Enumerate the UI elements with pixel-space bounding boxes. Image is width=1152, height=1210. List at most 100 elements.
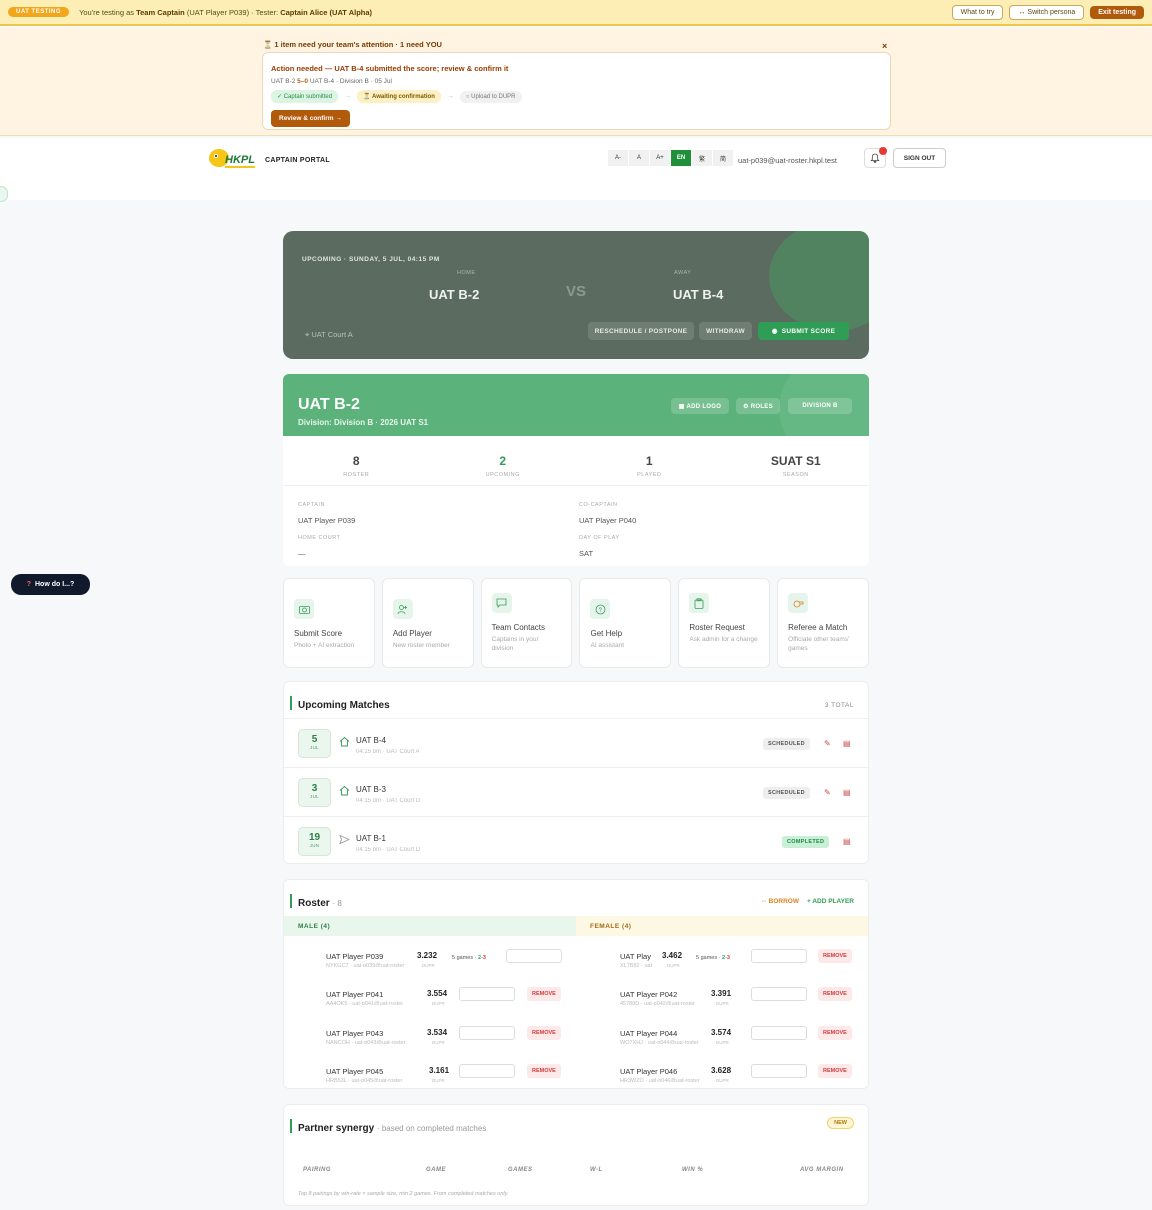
player-row: UAT Player P045 HRB53L · uat-p045@uat-ro…: [284, 1061, 576, 1099]
player-note-input[interactable]: [459, 1026, 515, 1040]
remove-player-button[interactable]: REMOVE: [818, 1026, 852, 1040]
player-note-input[interactable]: [506, 949, 562, 963]
attention-panel: ⏳ 1 item need your team's attention · 1 …: [0, 28, 1152, 136]
arrow-icon: →: [446, 93, 454, 100]
player-note-input[interactable]: [459, 987, 515, 1001]
uat-testing-pill: UAT TESTING: [8, 7, 70, 17]
borrow-button[interactable]: ⇔ BORROW: [760, 898, 799, 905]
action-needed-title: Action needed — UAT B-4 submitted the sc…: [271, 64, 509, 73]
player-note-input[interactable]: [751, 987, 807, 1001]
column-win-pct: WIN %: [682, 1167, 704, 1173]
status-badge: COMPLETED: [782, 836, 830, 848]
remove-player-button[interactable]: REMOVE: [818, 987, 852, 1001]
match-date: 3 JUL: [298, 778, 331, 807]
tile-team-contacts[interactable]: Team Contacts Captains in your division: [480, 578, 573, 668]
arrow-icon: →: [344, 93, 352, 100]
question-icon: ?: [26, 581, 31, 588]
lang-zh-hant-button[interactable]: 繁: [692, 150, 712, 166]
svg-text:?: ?: [599, 608, 603, 614]
font-normal-button[interactable]: A: [629, 150, 649, 166]
cocaptain-info: CO-CAPTAIN UAT Player P040: [579, 502, 637, 525]
stat-season: SUAT S1 SEASON: [770, 454, 821, 478]
remove-player-button[interactable]: REMOVE: [818, 949, 852, 963]
edit-icon[interactable]: ✎: [824, 788, 831, 797]
hero-court: ⌖ UAT Court A: [305, 330, 353, 339]
what-to-try-button[interactable]: What to try: [951, 4, 1004, 20]
font-smaller-button[interactable]: A-: [608, 150, 628, 166]
player-note-input[interactable]: [751, 1064, 807, 1078]
partner-synergy-panel: Partner synergy · based on completed mat…: [283, 1104, 869, 1206]
away-label: AWAY: [674, 270, 692, 276]
submit-score-button[interactable]: ◉ SUBMIT SCORE: [758, 322, 849, 340]
lang-zh-hans-button[interactable]: 简: [713, 150, 733, 166]
roster-title: Roster · 8: [290, 894, 342, 909]
delete-icon[interactable]: ▤: [843, 788, 851, 797]
roles-button[interactable]: ⚙ ROLES: [736, 398, 780, 414]
add-logo-button[interactable]: ▦ ADD LOGO: [671, 398, 729, 414]
hkpl-logo[interactable]: HKPL: [207, 146, 259, 172]
tile-add-player[interactable]: Add Player New roster member: [381, 578, 474, 668]
progress-steps: ✓ Captain submitted → ⏳ Awaiting confirm…: [271, 90, 522, 103]
team-division: Division: Division B · 2026 UAT S1: [298, 418, 429, 427]
team-banner: UAT B-2 Division: Division B · 2026 UAT …: [283, 374, 869, 436]
player-note-input[interactable]: [751, 1026, 807, 1040]
withdraw-button[interactable]: WITHDRAW: [699, 322, 752, 340]
player-note-input[interactable]: [751, 949, 807, 963]
tile-roster-request[interactable]: Roster Request Ask admin for a change: [678, 578, 771, 668]
chat-icon: [491, 593, 512, 613]
division-badge: DIVISION B: [788, 398, 852, 414]
remove-player-button[interactable]: REMOVE: [818, 1064, 852, 1078]
stat-played: 1 PLAYED: [637, 454, 662, 478]
status-badge: SCHEDULED: [763, 787, 810, 799]
switch-persona-button[interactable]: ↔ Switch persona: [1009, 4, 1085, 20]
font-larger-button[interactable]: A+: [650, 150, 670, 166]
match-details: 04:15 pm · UAT Court D: [356, 847, 421, 851]
review-confirm-button[interactable]: Review & confirm →: [271, 110, 350, 127]
notifications-button[interactable]: [864, 147, 887, 168]
player-row: UAT Player P039 NYKGC7 · uat-p039@uat-ro…: [284, 946, 576, 984]
home-label: HOME: [457, 270, 476, 276]
tile-referee-match[interactable]: Referee a Match Officiate other teams' g…: [777, 578, 869, 668]
column-avg-margin: AVG MARGIN: [800, 1167, 844, 1173]
match-date: 5 JUL: [298, 729, 331, 758]
player-row: UAT Player P044 WQ7XHJ · uat-p044@uat-ro…: [576, 1023, 868, 1061]
match-row[interactable]: 3 JUL UAT B-3 04:15 pm · UAT Court D SCHE…: [284, 767, 868, 816]
remove-player-button[interactable]: REMOVE: [527, 987, 561, 1001]
header: HKPL CAPTAIN PORTAL A- A A+ EN 繁 简 uat-p…: [0, 138, 1152, 200]
team-stats: 8 ROSTER 2 UPCOMING 1 PLAYED SUAT S1 SEASON: [283, 436, 869, 486]
camera-icon: [294, 599, 314, 619]
clipboard-icon: [689, 593, 710, 613]
match-row[interactable]: 5 JUL UAT B-4 04:15 pm · UAT Court A SCHE…: [284, 718, 868, 767]
upcoming-match-hero: UPCOMING · SUNDAY, 5 JUL, 04:15 PM HOME …: [283, 231, 869, 359]
send-icon: [339, 834, 350, 845]
exit-testing-button[interactable]: Exit testing: [1090, 5, 1144, 19]
action-needed-card: Action needed — UAT B-4 submitted the sc…: [262, 52, 891, 130]
synergy-note: Top 8 pairings by win-rate × sample size…: [298, 1191, 509, 1197]
remove-player-button[interactable]: REMOVE: [527, 1026, 561, 1040]
add-player-button[interactable]: + ADD PLAYER: [807, 898, 854, 905]
remove-player-button[interactable]: REMOVE: [527, 1064, 561, 1078]
synergy-title: Partner synergy · based on completed mat…: [289, 1119, 487, 1134]
stat-roster: 8 ROSTER: [343, 454, 370, 478]
help-icon: ?: [590, 599, 611, 619]
delete-icon[interactable]: ▤: [843, 837, 851, 846]
step-captain-submitted: ✓ Captain submitted: [271, 90, 339, 103]
edit-icon[interactable]: ✎: [824, 739, 831, 748]
delete-icon[interactable]: ▤: [843, 739, 851, 748]
player-note-input[interactable]: [459, 1064, 515, 1078]
team-name: UAT B-2: [298, 396, 360, 413]
lang-en-button[interactable]: EN: [671, 150, 691, 166]
home-icon: [339, 785, 350, 796]
reschedule-button[interactable]: RESCHEDULE / POSTPONE: [588, 322, 694, 340]
step-awaiting-confirmation: ⏳ Awaiting confirmation: [357, 90, 441, 103]
how-do-i-button[interactable]: ? How do I...?: [11, 574, 90, 595]
tile-submit-score[interactable]: Submit Score Photo + AI extraction: [283, 578, 375, 668]
tile-get-help[interactable]: ? Get Help AI assistant: [579, 578, 672, 668]
action-needed-meta: UAT B-2 5–0 UAT B-4 · Division B · 05 Ju…: [271, 78, 392, 85]
player-row: UAT Play XL7B82 · uat 3.462 DUPR 5 games…: [576, 946, 868, 984]
sign-out-button[interactable]: SIGN OUT: [893, 148, 946, 168]
match-row[interactable]: 19 JUN UAT B-1 04:15 pm · UAT Court D COM…: [284, 816, 868, 865]
action-tiles: Submit Score Photo + AI extraction Add P…: [283, 578, 869, 668]
close-icon[interactable]: ×: [882, 41, 887, 51]
match-opponent: UAT B-1: [356, 834, 386, 843]
